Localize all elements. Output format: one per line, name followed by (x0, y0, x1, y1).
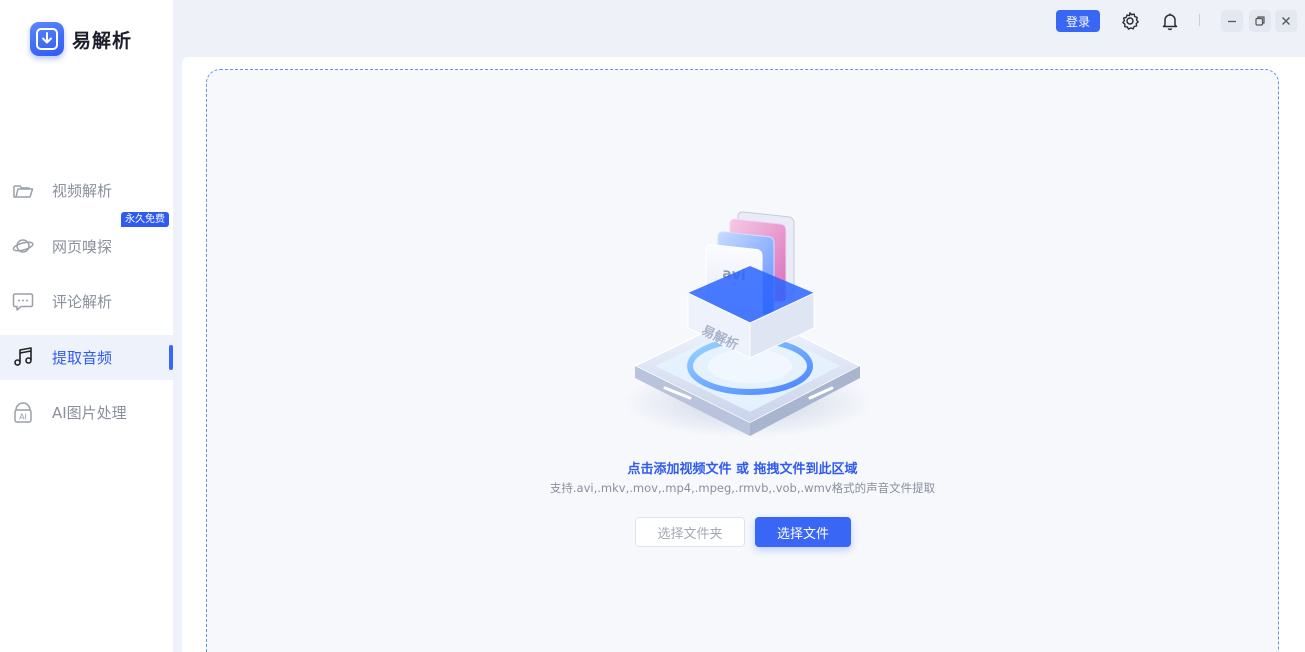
sidebar-item-video-parse[interactable]: 视频解析 (0, 168, 173, 213)
sidebar: 易解析 视频解析 永久免费 网页嗅探 评论解析 提取音频 AI AI图片处理 (0, 0, 173, 652)
login-button[interactable]: 登录 (1056, 10, 1100, 32)
drop-zone-subtitle: 支持.avi,.mkv,.mov,.mp4,.mpeg,.rmvb,.vob,.… (549, 481, 936, 495)
sidebar-nav: 视频解析 永久免费 网页嗅探 评论解析 提取音频 AI AI图片处理 (0, 168, 173, 446)
svg-text:AI: AI (19, 412, 27, 421)
planet-icon (12, 235, 34, 257)
main-panel: mp3 mkv avi 易解析 点击添加视频文件 或 拖拽文件到此区域 支持.a… (182, 57, 1305, 652)
sidebar-item-ai-image[interactable]: AI AI图片处理 (0, 390, 173, 435)
app-logo: 易解析 (30, 22, 132, 56)
gear-icon[interactable] (1119, 10, 1141, 32)
close-icon[interactable] (1275, 10, 1297, 32)
music-note-icon (12, 346, 34, 368)
free-badge: 永久免费 (121, 211, 169, 227)
sidebar-item-comment-parse[interactable]: 评论解析 (0, 279, 173, 324)
ai-image-icon: AI (12, 401, 34, 424)
restore-icon[interactable] (1249, 10, 1271, 32)
sidebar-item-label: 网页嗅探 (52, 237, 113, 256)
sidebar-item-label: 提取音频 (52, 348, 113, 367)
drop-zone-title: 点击添加视频文件 或 拖拽文件到此区域 (627, 462, 858, 477)
toolbar-divider (1199, 14, 1200, 26)
file-drop-zone[interactable]: mp3 mkv avi 易解析 点击添加视频文件 或 拖拽文件到此区域 支持.a… (206, 69, 1279, 652)
sidebar-item-label: AI图片处理 (52, 404, 127, 422)
sidebar-item-extract-audio[interactable]: 提取音频 (0, 334, 173, 380)
select-folder-button[interactable]: 选择文件夹 (635, 517, 745, 547)
minimize-icon[interactable] (1221, 10, 1243, 32)
app-name: 易解析 (72, 29, 133, 52)
title-bar: 登录 (173, 0, 1305, 48)
sidebar-item-label: 评论解析 (52, 293, 113, 311)
bell-icon[interactable] (1159, 10, 1181, 32)
upload-illustration: mp3 mkv avi 易解析 (623, 211, 873, 438)
sidebar-item-web-sniff[interactable]: 永久免费 网页嗅探 (0, 211, 173, 269)
sidebar-item-label: 视频解析 (52, 182, 113, 200)
select-file-button[interactable]: 选择文件 (755, 517, 851, 547)
logo-download-icon (30, 22, 64, 56)
comment-icon (12, 291, 34, 313)
folder-icon (12, 180, 34, 202)
